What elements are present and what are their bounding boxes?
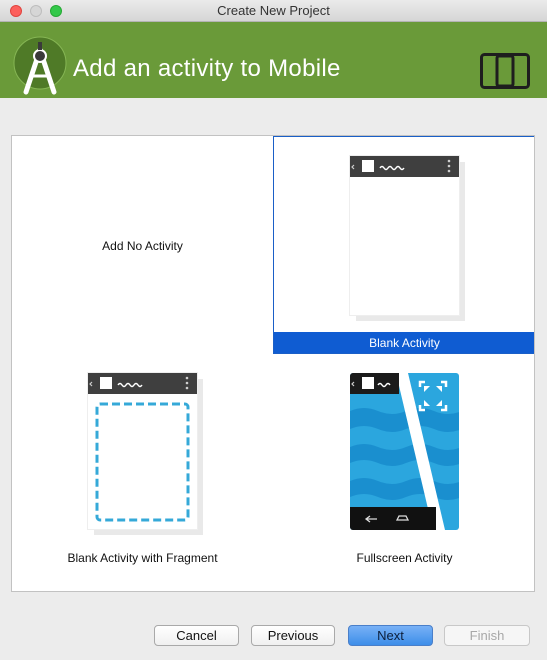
next-row-preview-edge bbox=[91, 591, 194, 592]
window-title: Create New Project bbox=[217, 3, 330, 18]
template-label: Blank Activity bbox=[369, 336, 440, 350]
template-blank-activity-fragment[interactable]: Blank Activity with Fragment bbox=[12, 354, 273, 572]
phone-tablet-icon bbox=[480, 53, 530, 89]
window-titlebar: Create New Project bbox=[0, 0, 547, 22]
fragment-activity-preview bbox=[88, 373, 203, 535]
template-fullscreen-activity[interactable]: Fullscreen Activity bbox=[273, 354, 534, 572]
previous-button[interactable]: Previous bbox=[251, 625, 335, 646]
next-row-preview-edge bbox=[352, 591, 455, 592]
next-button[interactable]: Next bbox=[348, 625, 433, 646]
cancel-button[interactable]: Cancel bbox=[154, 625, 239, 646]
template-blank-activity[interactable]: Blank Activity bbox=[273, 136, 534, 354]
activity-template-gallery: Add No Activity Blank Activity Blank Act… bbox=[11, 135, 535, 592]
template-add-no-activity[interactable]: Add No Activity bbox=[12, 136, 273, 354]
finish-button[interactable]: Finish bbox=[444, 625, 530, 646]
page-title: Add an activity to Mobile bbox=[73, 55, 341, 82]
fullscreen-activity-preview bbox=[350, 373, 459, 530]
blank-activity-preview bbox=[350, 156, 465, 321]
template-label: Fullscreen Activity bbox=[356, 551, 453, 565]
header-banner: Add an activity to Mobile bbox=[0, 22, 547, 98]
template-label: Blank Activity with Fragment bbox=[67, 551, 218, 565]
template-label: Add No Activity bbox=[102, 239, 183, 253]
android-studio-logo-icon bbox=[13, 36, 67, 95]
